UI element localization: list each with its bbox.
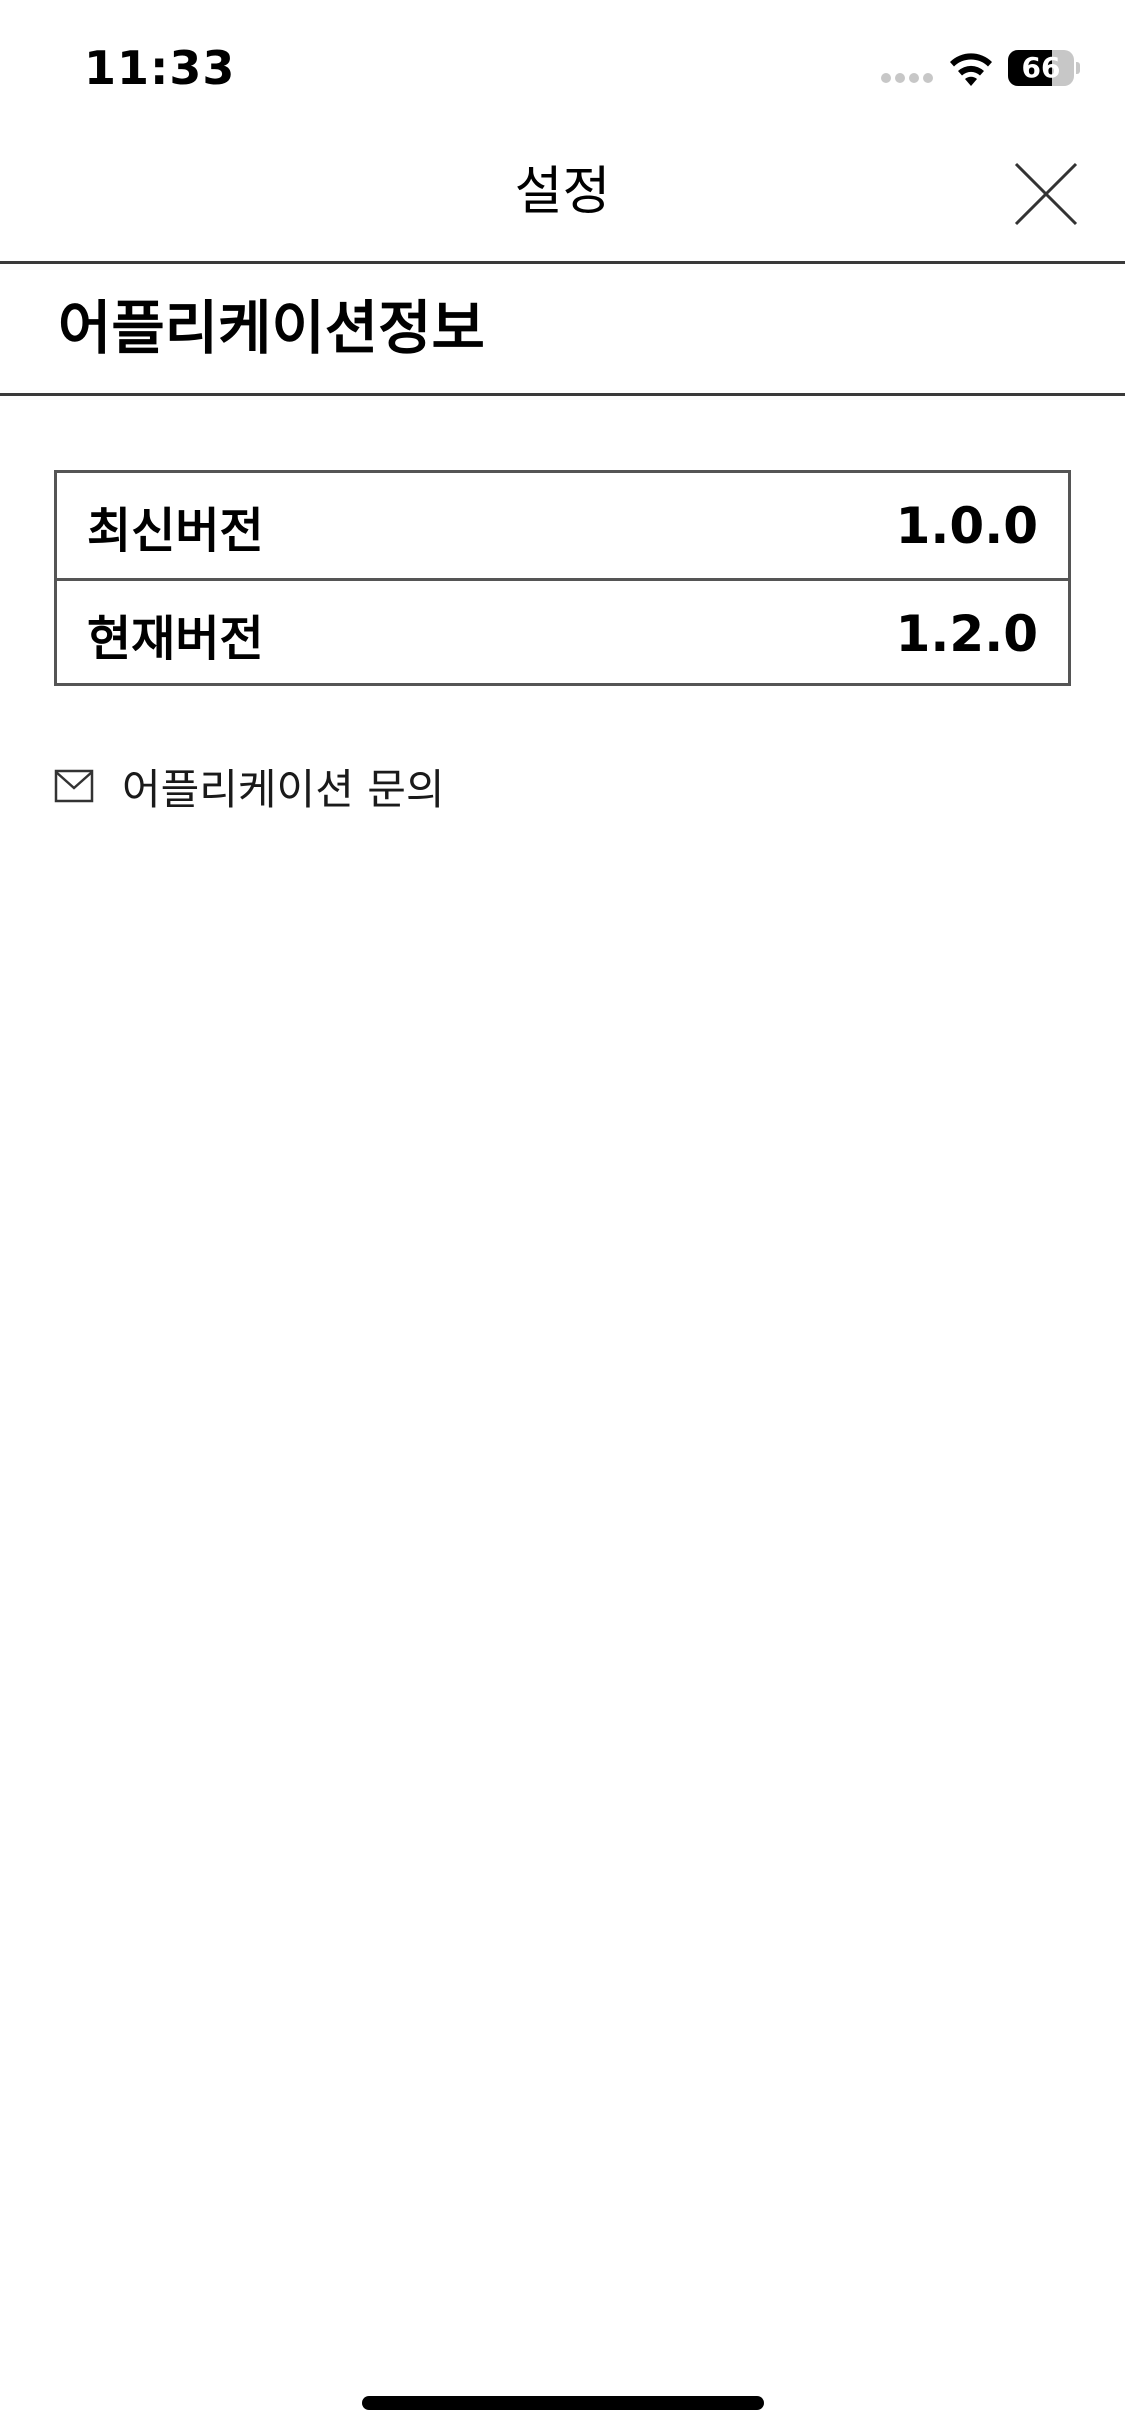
- cellular-signal-icon: [881, 73, 933, 83]
- version-table: 최신버전 1.0.0 현재버전 1.2.0: [54, 470, 1071, 686]
- table-row-current-version: 현재버전 1.2.0: [57, 581, 1068, 686]
- status-time: 11:33: [84, 41, 236, 95]
- current-version-value: 1.2.0: [895, 604, 1038, 663]
- nav-header: 설정: [0, 130, 1125, 264]
- mail-icon: [54, 769, 94, 803]
- home-indicator[interactable]: [362, 2396, 764, 2410]
- app-inquiry-label: 어플리케이션 문의: [122, 764, 445, 814]
- table-row-latest-version: 최신버전 1.0.0: [57, 473, 1068, 581]
- status-bar: 11:33 66: [0, 0, 1125, 130]
- latest-version-value: 1.0.0: [895, 496, 1038, 555]
- battery-body: 66: [1008, 50, 1074, 86]
- battery-nub: [1076, 62, 1080, 74]
- page-title: 설정: [514, 162, 611, 222]
- section-header: 어플리케이션정보: [0, 264, 1125, 396]
- close-icon[interactable]: [1012, 160, 1080, 228]
- latest-version-label: 최신버전: [87, 502, 264, 559]
- battery-level: 66: [1021, 51, 1061, 84]
- wifi-icon: [950, 53, 992, 86]
- section-title: 어플리케이션정보: [58, 294, 485, 362]
- battery-indicator: 66: [1008, 50, 1080, 86]
- current-version-label: 현재버전: [87, 610, 264, 667]
- app-inquiry-link[interactable]: 어플리케이션 문의: [54, 756, 444, 816]
